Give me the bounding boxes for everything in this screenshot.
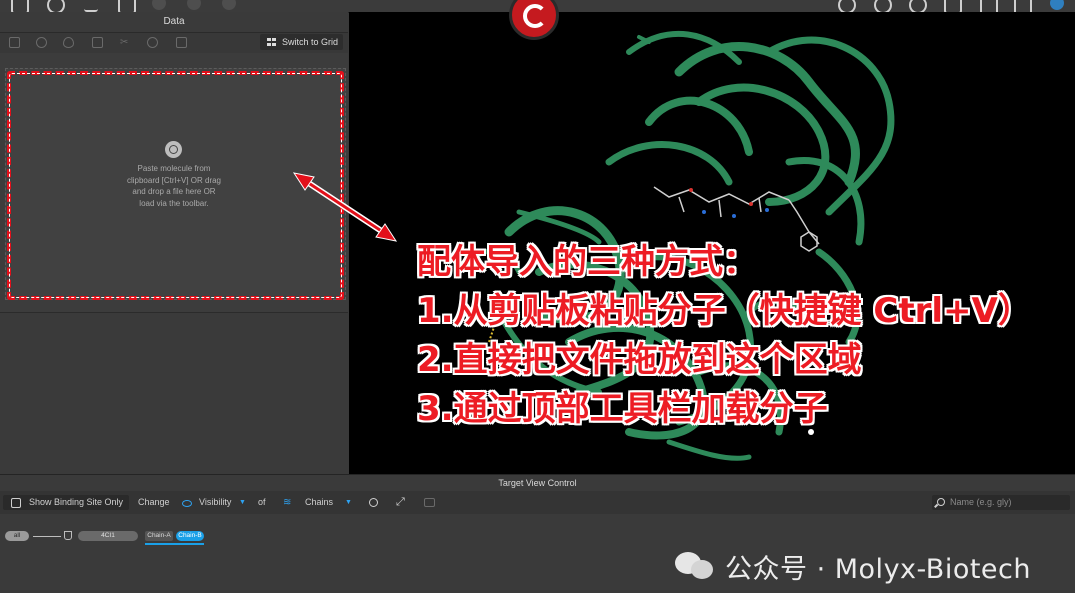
tool-icon[interactable] (187, 0, 201, 10)
switch-to-grid-button[interactable]: Switch to Grid (260, 34, 343, 50)
visibility-dropdown[interactable]: Visibility (199, 495, 231, 510)
switch-to-grid-label: Switch to Grid (282, 37, 339, 47)
callout-line: 配体导入的三种方式： (417, 242, 757, 282)
chains-icon: ≋ (283, 497, 292, 508)
tool-icon[interactable] (222, 0, 236, 10)
chain-b-pill[interactable]: Chain-B (176, 531, 204, 541)
show-binding-site-only-toggle[interactable]: Show Binding Site Only (3, 495, 129, 510)
callout-line: 3.通过顶部工具栏加载分子 (417, 389, 828, 429)
all-chains-pill[interactable]: all (5, 531, 29, 541)
target-icon (165, 141, 182, 158)
search-placeholder: Name (e.g. gly) (950, 497, 1012, 507)
save-icon[interactable] (92, 37, 103, 48)
minus-circle-icon[interactable] (36, 37, 47, 48)
annotation-arrow (292, 172, 398, 242)
reset-icon[interactable] (369, 498, 378, 507)
residue-name-search-input[interactable]: Name (e.g. gly) (932, 495, 1070, 510)
checkbox-icon (11, 498, 21, 508)
data-panel-empty-area (0, 312, 348, 475)
watermark-text: 公众号 · Molyx-Biotech (725, 553, 1031, 585)
chains-dropdown[interactable]: Chains (305, 495, 333, 510)
trash-icon[interactable] (176, 37, 187, 48)
structure-pill[interactable]: 4CI1 (78, 531, 138, 541)
calculator-icon[interactable] (9, 37, 20, 48)
structure-icon (64, 531, 72, 540)
list-icon[interactable] (84, 0, 98, 12)
chevron-down-icon: ▼ (345, 499, 352, 506)
wechat-icon (675, 550, 715, 582)
callout-line: 2.直接把文件拖放到这个区域 (417, 340, 862, 380)
drop-zone-hint: Paste molecule from clipboard [Ctrl+V] O… (126, 164, 222, 208)
3d-viewport[interactable]: 配体导入的三种方式： 1.从剪贴板粘贴分子（快捷键 Ctrl+V） 2.直接把文… (349, 12, 1075, 474)
chain-a-pill[interactable]: Chain-A (145, 531, 173, 541)
cloud-icon[interactable] (1050, 0, 1064, 10)
settings-icon[interactable] (424, 498, 435, 507)
expand-icon[interactable]: ⤢ (396, 495, 405, 510)
callout-line: 1.从剪贴板粘贴分子（快捷键 Ctrl+V） (417, 291, 1032, 331)
of-label: of (258, 497, 266, 507)
data-panel-title: Data (0, 12, 348, 33)
tool-icon[interactable] (152, 0, 166, 10)
search-icon (937, 498, 945, 506)
watermark: 公众号 · Molyx-Biotech (675, 548, 1031, 585)
app-window: Data ✂ Switch to Grid Paste molecule fro… (0, 0, 1075, 593)
star-icon[interactable] (147, 37, 158, 48)
change-label: Change (138, 497, 170, 507)
target-view-control-title: Target View Control (0, 474, 1075, 492)
connector-line (33, 536, 61, 537)
selection-underline (145, 543, 204, 545)
annotation-callout: 配体导入的三种方式： 1.从剪贴板粘贴分子（快捷键 Ctrl+V） 2.直接把文… (417, 238, 1032, 434)
show-binding-site-label: Show Binding Site Only (29, 497, 124, 507)
scissors-icon[interactable]: ✂ (120, 37, 131, 48)
eye-icon[interactable] (63, 37, 74, 48)
grid-icon (267, 38, 276, 46)
target-view-toolbar: Show Binding Site Only Change Visibility… (0, 491, 1075, 514)
eye-icon (182, 500, 192, 507)
chevron-down-icon: ▼ (239, 499, 246, 506)
